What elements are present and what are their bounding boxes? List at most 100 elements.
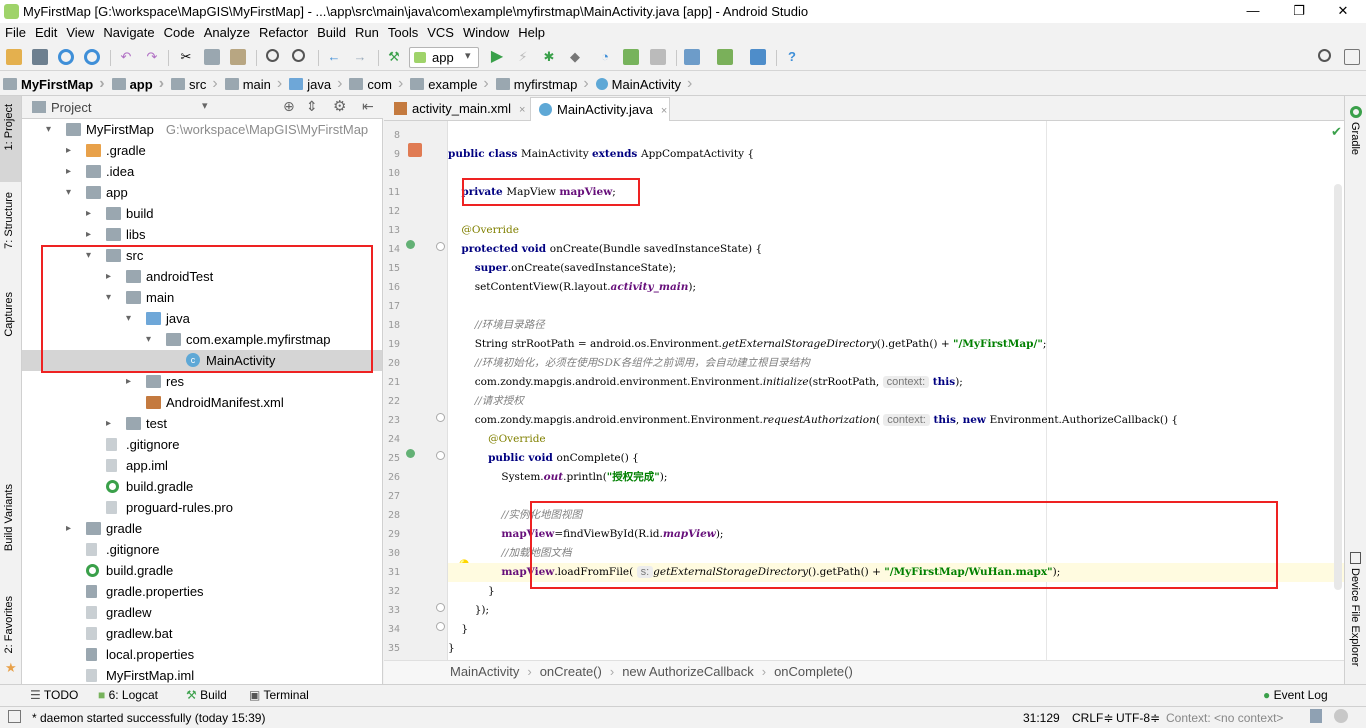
menu-view[interactable]: View — [61, 23, 98, 40]
run-icon[interactable]: ▶ — [489, 49, 505, 65]
tree-item[interactable]: ▾ src — [22, 245, 382, 266]
layout-icon[interactable] — [1344, 49, 1360, 65]
menu-tools[interactable]: Tools — [383, 23, 422, 40]
tree-item[interactable]: ▾ java — [22, 308, 382, 329]
tree-item[interactable]: c MainActivity — [22, 350, 382, 371]
tool-tab-gradle[interactable]: Gradle — [1349, 122, 1361, 155]
menu-edit[interactable]: Edit — [30, 23, 61, 40]
fold-marker-icon[interactable] — [436, 413, 445, 422]
nav-crumb-app[interactable]: app › — [109, 72, 168, 96]
expanded-arrow-icon[interactable]: ▾ — [66, 182, 71, 203]
tree-item[interactable]: ▸ test — [22, 413, 382, 434]
tool-terminal[interactable]: ▣ Terminal — [249, 688, 309, 702]
run-config-select[interactable]: app ▾ — [409, 47, 479, 68]
expanded-arrow-icon[interactable]: ▾ — [146, 329, 151, 350]
help-icon[interactable]: ? — [784, 49, 800, 65]
collapsed-arrow-icon[interactable]: ▸ — [86, 203, 91, 224]
menu-navigate[interactable]: Navigate — [98, 23, 158, 40]
nav-crumb-example[interactable]: example › — [407, 72, 492, 96]
stop-icon[interactable] — [650, 49, 666, 65]
debug-icon[interactable]: ✱ — [541, 49, 557, 65]
chevron-down-icon[interactable]: ▾ — [202, 99, 208, 112]
tree-item[interactable]: .gitignore — [22, 434, 382, 455]
tool-logcat[interactable]: ■ 6: Logcat — [98, 688, 158, 702]
hide-panel-icon[interactable]: ⇤ — [362, 98, 374, 115]
tree-item[interactable]: AndroidManifest.xml — [22, 392, 382, 413]
open-icon[interactable] — [6, 49, 22, 65]
paste-icon[interactable] — [230, 49, 246, 65]
tool-tab-favorites[interactable]: 2: Favorites — [3, 596, 15, 653]
tree-item[interactable]: ▾ app — [22, 182, 382, 203]
tree-item[interactable]: proguard-rules.pro — [22, 497, 382, 518]
locate-icon[interactable]: ⊕ — [283, 98, 295, 115]
nav-crumb-main[interactable]: main › — [222, 72, 287, 96]
replace-icon[interactable] — [292, 49, 305, 62]
menu-analyze[interactable]: Analyze — [199, 23, 254, 40]
tab-activity-main-xml[interactable]: activity_main.xml × — [386, 97, 526, 121]
expanded-arrow-icon[interactable]: ▾ — [106, 287, 111, 308]
status-message[interactable]: * daemon started successfully (today 15:… — [32, 711, 265, 725]
tool-tab-project[interactable]: 1: Project — [3, 104, 15, 150]
menu-vcs[interactable]: VCS — [422, 23, 458, 40]
tree-item[interactable]: ▾ MyFirstMap G:\workspace\MapGIS\MyFirstMa… — [22, 119, 382, 140]
tree-item[interactable]: build.gradle — [22, 560, 382, 581]
hector-icon[interactable] — [1334, 709, 1348, 723]
menu-refactor[interactable]: Refactor — [254, 23, 312, 40]
code-editor[interactable]: 💡 public class MainActivity extends AppC… — [448, 121, 1344, 660]
tree-item[interactable]: gradle.properties — [22, 581, 382, 602]
undo-icon[interactable]: ↶ — [118, 49, 134, 65]
tree-item[interactable]: MyFirstMap.iml — [22, 665, 382, 684]
refresh-icon[interactable] — [84, 49, 100, 65]
tree-item[interactable]: ▸ build — [22, 203, 382, 224]
find-icon[interactable] — [266, 49, 279, 62]
collapsed-arrow-icon[interactable]: ▸ — [66, 161, 71, 182]
android-profiler-icon[interactable] — [623, 49, 639, 65]
tree-item[interactable]: ▸ gradle — [22, 518, 382, 539]
tool-event-log[interactable]: ● Event Log — [1263, 688, 1328, 702]
back-icon[interactable]: ← — [326, 49, 342, 65]
tree-item[interactable]: build.gradle — [22, 476, 382, 497]
cut-icon[interactable]: ✂ — [178, 49, 194, 65]
editor-scrollbar[interactable] — [1334, 184, 1342, 590]
expanded-arrow-icon[interactable]: ▾ — [46, 119, 51, 140]
build-hammer-icon[interactable]: ⚒ — [386, 49, 402, 65]
fold-marker-icon[interactable] — [436, 451, 445, 460]
tool-tab-structure[interactable]: 7: Structure — [3, 192, 15, 249]
expanded-arrow-icon[interactable]: ▾ — [126, 308, 131, 329]
breadcrumb-method[interactable]: onCreate() — [540, 664, 602, 679]
breadcrumb-anon-class[interactable]: new AuthorizeCallback — [622, 664, 754, 679]
tree-item[interactable]: gradlew — [22, 602, 382, 623]
minimize-button[interactable]: — — [1230, 0, 1276, 23]
override-marker-icon[interactable] — [408, 143, 422, 157]
tree-item[interactable]: ▸ .idea — [22, 161, 382, 182]
forward-icon[interactable]: → — [352, 49, 368, 65]
collapse-all-icon[interactable]: ⇕ — [306, 98, 318, 115]
fold-marker-icon[interactable] — [436, 242, 445, 251]
close-button[interactable]: ✕ — [1320, 0, 1366, 23]
collapsed-arrow-icon[interactable]: ▸ — [66, 140, 71, 161]
profile-icon[interactable]: ◔ — [597, 49, 613, 65]
nav-crumb-mainactivity[interactable]: MainActivity › — [593, 72, 697, 96]
tree-item[interactable]: .gitignore — [22, 539, 382, 560]
panel-toggle-icon[interactable] — [8, 710, 21, 723]
apply-changes-icon[interactable]: ⚡ — [515, 49, 531, 65]
close-tab-icon[interactable]: × — [519, 104, 525, 116]
sdk-manager-icon[interactable] — [750, 49, 766, 65]
avd-manager-icon[interactable] — [717, 49, 733, 65]
line-separator[interactable]: CRLF≑ — [1072, 711, 1113, 725]
collapsed-arrow-icon[interactable]: ▸ — [106, 413, 111, 434]
file-encoding[interactable]: UTF-8≑ — [1116, 711, 1160, 725]
sync-gradle-icon[interactable] — [684, 49, 700, 65]
tree-item[interactable]: ▾ main — [22, 287, 382, 308]
nav-crumb-myfirstmap[interactable]: myfirstmap › — [493, 72, 593, 96]
save-icon[interactable] — [32, 49, 48, 65]
fold-marker-icon[interactable] — [436, 622, 445, 631]
tool-tab-captures[interactable]: Captures — [3, 292, 15, 337]
lock-icon[interactable] — [1310, 709, 1322, 723]
caret-position[interactable]: 31:129 — [1023, 711, 1060, 725]
collapsed-arrow-icon[interactable]: ▸ — [66, 518, 71, 539]
project-view-selector[interactable]: Project — [51, 100, 91, 115]
expanded-arrow-icon[interactable]: ▾ — [86, 245, 91, 266]
nav-crumb-com[interactable]: com › — [346, 72, 407, 96]
menu-build[interactable]: Build — [312, 23, 350, 40]
